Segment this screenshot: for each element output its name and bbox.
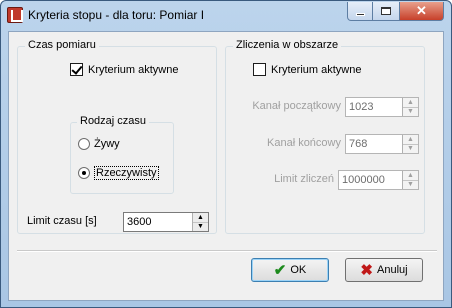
spin-up-icon[interactable]: ▲ [193,213,208,223]
dialog-window: Kryteria stopu - dla toru: Pomiar I ✕ Cz… [0,0,452,308]
title-bar[interactable]: Kryteria stopu - dla toru: Pomiar I ✕ [1,1,451,31]
window-title: Kryteria stopu - dla toru: Pomiar I [28,8,205,22]
end-channel-label: Kanał końcowy [267,137,341,149]
count-limit-input[interactable] [339,171,402,189]
time-limit-spinner[interactable]: ▲ ▼ [123,212,209,232]
time-type-group-title: Rodzaj czasu [77,115,150,127]
button-separator [17,250,437,252]
cancel-button[interactable]: ✖ Anuluj [345,258,423,282]
dialog-client-area: Czas pomiaru Kryterium aktywne Rodzaj cz… [8,31,444,301]
area-criterion-label: Kryterium aktywne [271,63,362,76]
start-channel-spinner[interactable]: ▲ ▼ [345,97,419,117]
end-channel-spin-buttons[interactable]: ▲ ▼ [402,135,418,153]
time-limit-input[interactable] [124,213,192,231]
start-channel-input[interactable] [346,98,402,116]
area-criterion-checkbox[interactable] [253,63,266,76]
count-limit-spin-buttons[interactable]: ▲ ▼ [402,171,418,189]
measurement-time-group-title: Czas pomiaru [25,39,99,51]
start-channel-spin-buttons[interactable]: ▲ ▼ [402,98,418,116]
spin-up-icon[interactable]: ▲ [403,135,418,145]
time-type-group: Rodzaj czasu Żywy Rzeczywisty [70,115,174,194]
minimize-icon [355,12,365,16]
end-channel-input[interactable] [346,135,402,153]
area-counts-group-title: Zliczenia w obszarze [233,39,342,51]
end-channel-spinner[interactable]: ▲ ▼ [345,134,419,154]
spin-up-icon[interactable]: ▲ [403,171,418,181]
window-controls: ✕ [347,2,444,21]
radio-real[interactable] [78,167,90,179]
minimize-button[interactable] [347,2,373,21]
radio-live-row[interactable]: Żywy [78,138,120,150]
count-limit-label: Limit zliczeń [274,173,334,185]
ok-button-label: OK [290,264,307,276]
radio-real-label: Rzeczywisty [94,166,159,180]
area-criterion-checkbox-row[interactable]: Kryterium aktywne [253,63,361,76]
time-criterion-checkbox-row[interactable]: Kryterium aktywne [70,63,178,76]
app-icon[interactable] [7,7,23,23]
start-channel-label: Kanał początkowy [252,100,341,112]
spin-down-icon[interactable]: ▼ [403,144,418,153]
maximize-button[interactable] [373,2,400,21]
checkmark-icon: ✔ [273,262,287,279]
spin-up-icon[interactable]: ▲ [403,98,418,108]
close-icon: ✕ [416,3,427,18]
spin-down-icon[interactable]: ▼ [403,107,418,116]
maximize-icon [381,7,391,15]
area-counts-group: Zliczenia w obszarze Kryterium aktywne K… [225,39,425,234]
radio-real-row[interactable]: Rzeczywisty [78,166,159,180]
time-limit-label: Limit czasu [s] [27,215,97,227]
time-limit-spin-buttons[interactable]: ▲ ▼ [192,213,208,231]
radio-live-label: Żywy [94,138,120,150]
close-button[interactable]: ✕ [400,2,444,21]
spin-down-icon[interactable]: ▼ [403,180,418,189]
count-limit-spinner[interactable]: ▲ ▼ [338,170,419,190]
ok-button[interactable]: ✔ OK [251,258,329,282]
measurement-time-group: Czas pomiaru Kryterium aktywne Rodzaj cz… [17,39,217,234]
cross-icon: ✖ [360,262,373,279]
spin-down-icon[interactable]: ▼ [193,222,208,231]
time-criterion-label: Kryterium aktywne [88,63,179,76]
radio-live[interactable] [78,138,90,150]
cancel-button-label: Anuluj [377,264,408,276]
time-criterion-checkbox[interactable] [70,63,83,76]
